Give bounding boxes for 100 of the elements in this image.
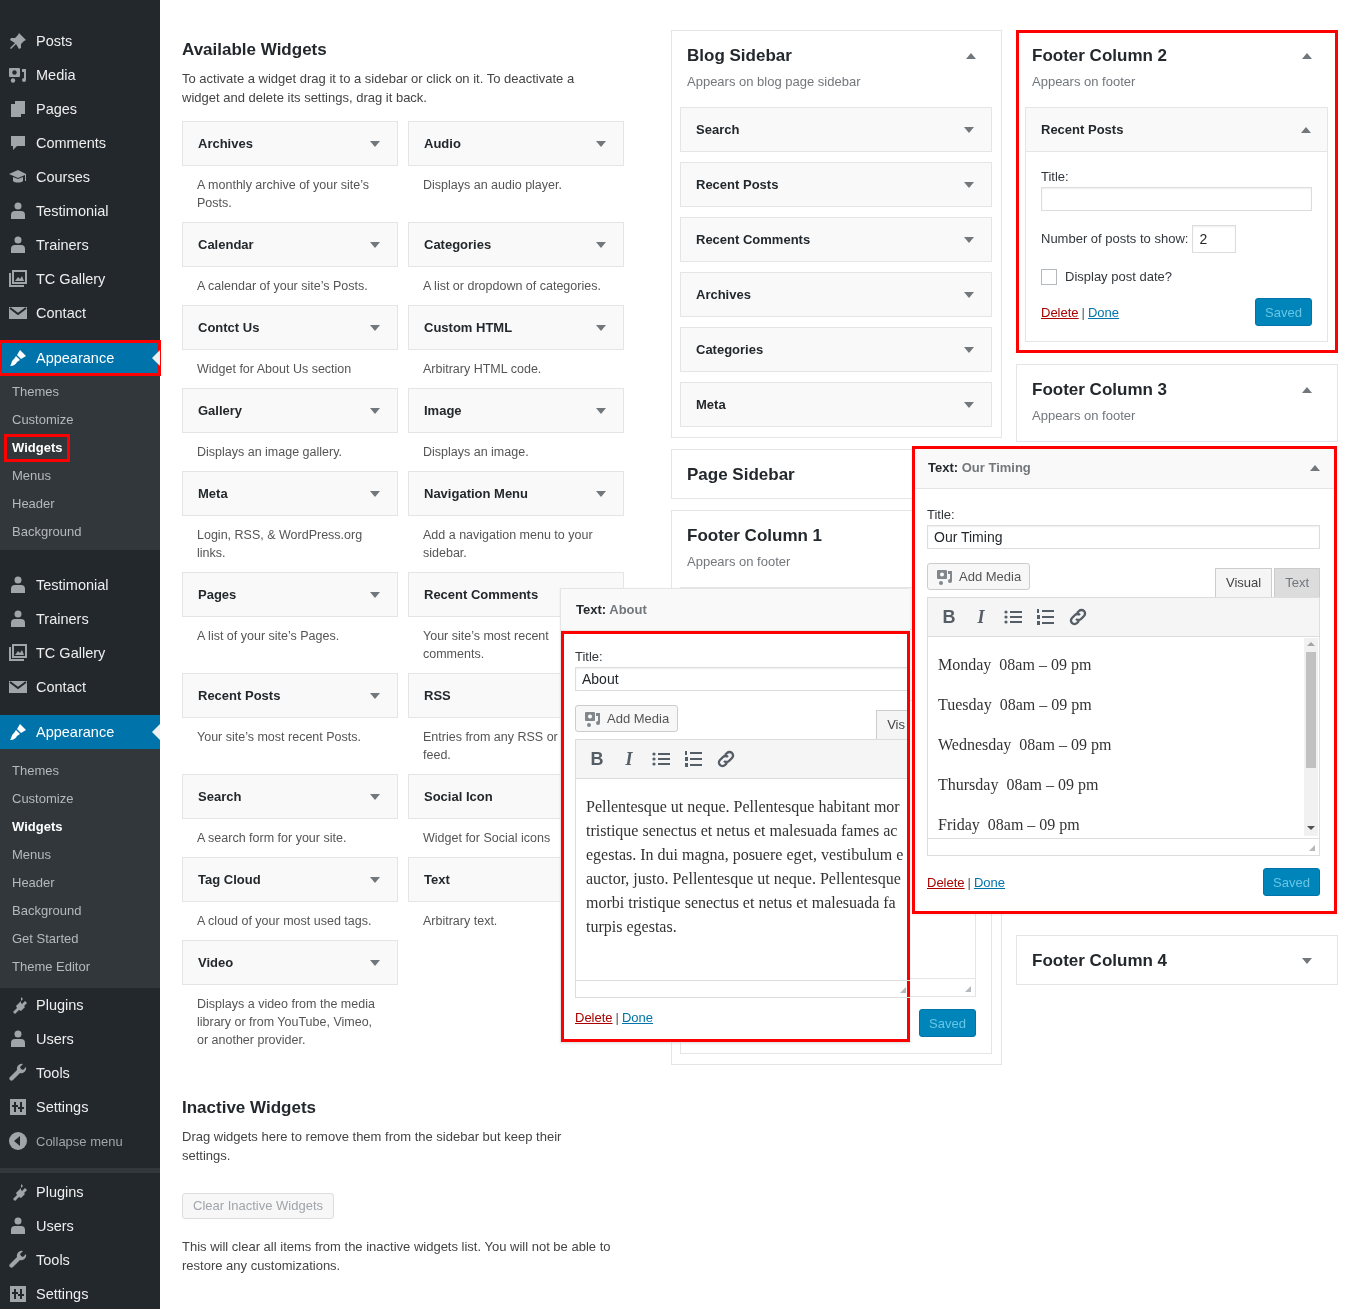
menu-item[interactable]: Trainers xyxy=(0,228,160,262)
menu-item[interactable]: Testimonial xyxy=(0,194,160,228)
menu-item[interactable]: Appearance xyxy=(0,341,160,375)
menu-item[interactable]: Settings xyxy=(0,1090,160,1124)
widget-card[interactable]: Archives xyxy=(182,121,398,166)
submenu-item[interactable]: Header xyxy=(4,490,63,518)
widget-card[interactable]: Meta xyxy=(182,471,398,516)
link-separator: | xyxy=(967,874,971,890)
widget-card[interactable]: Image xyxy=(408,388,624,433)
submenu-item[interactable]: Menus xyxy=(4,462,60,490)
italic-button[interactable]: I xyxy=(972,606,990,628)
menu-item[interactable]: Plugins xyxy=(0,1175,160,1209)
widget-card[interactable]: Audio xyxy=(408,121,624,166)
menu-item[interactable]: Contact xyxy=(0,296,160,330)
person-icon xyxy=(8,1216,28,1236)
title-field[interactable] xyxy=(1041,187,1312,211)
widget-card[interactable]: Gallery xyxy=(182,388,398,433)
widget-card[interactable]: Recent Posts xyxy=(680,162,992,207)
widget-card[interactable]: Archives xyxy=(680,272,992,317)
section-heading: Inactive Widgets xyxy=(182,1097,317,1119)
add-media-button[interactable]: Add Media xyxy=(927,563,1031,590)
widget-header[interactable]: Text: Our Timing xyxy=(913,447,1336,489)
paintbrush-icon xyxy=(8,722,28,742)
delete-link[interactable]: Delete xyxy=(575,1010,613,1025)
widget-card[interactable]: Categories xyxy=(680,327,992,372)
submenu-item[interactable]: Themes xyxy=(4,378,67,406)
menu-item[interactable]: Media xyxy=(0,58,160,92)
widget-card[interactable]: Recent Comments xyxy=(680,217,992,262)
widget-card[interactable]: Recent Posts xyxy=(182,673,398,718)
widget-card[interactable]: Contct Us xyxy=(182,305,398,350)
widget-header[interactable]: Text: About xyxy=(561,589,910,631)
menu-item[interactable]: Plugins xyxy=(0,988,160,1022)
editor-tab[interactable]: Visual xyxy=(1214,568,1273,597)
widget-card[interactable]: Calendar xyxy=(182,222,398,267)
menu-item[interactable]: Pages xyxy=(0,92,160,126)
submenu-item[interactable]: Get Started xyxy=(4,925,87,953)
submenu-item[interactable]: Customize xyxy=(4,785,82,813)
editor-tab[interactable]: Vis xyxy=(876,710,910,739)
number-field[interactable]: 2 xyxy=(1192,225,1237,253)
add-media-button[interactable]: Add Media xyxy=(575,705,679,732)
widget-description: Your site’s most recent comments. xyxy=(423,629,549,661)
caret-down-icon xyxy=(370,591,380,598)
italic-button[interactable]: I xyxy=(620,748,638,770)
caret-down-icon xyxy=(370,490,380,497)
menu-item[interactable]: Posts xyxy=(0,24,160,58)
wrench-icon xyxy=(8,1063,28,1083)
delete-link[interactable]: Delete xyxy=(1041,304,1079,320)
widget-card[interactable]: Search xyxy=(182,774,398,819)
done-link[interactable]: Done xyxy=(973,874,1006,890)
menu-item[interactable]: Tools xyxy=(0,1056,160,1090)
checkbox[interactable] xyxy=(1041,269,1057,285)
menu-item[interactable]: Settings xyxy=(0,1277,160,1309)
submenu-item[interactable]: Background xyxy=(4,897,90,925)
widget-area-panel[interactable]: Footer Column 4 xyxy=(1016,935,1338,985)
title-field[interactable]: Our Timing xyxy=(927,525,1320,549)
menu-item[interactable]: TC Gallery xyxy=(0,636,160,670)
widget-header[interactable]: Recent Posts xyxy=(1026,108,1327,152)
menu-item[interactable]: Trainers xyxy=(0,602,160,636)
done-link[interactable]: Done xyxy=(621,1010,654,1025)
resize-grip-icon xyxy=(1308,844,1316,852)
collapse-menu-button[interactable]: Collapse menu xyxy=(0,1124,160,1158)
caret-down-icon xyxy=(596,324,606,331)
bold-button[interactable]: B xyxy=(588,748,606,770)
menu-item[interactable]: TC Gallery xyxy=(0,262,160,296)
submenu-item[interactable]: Widgets xyxy=(4,813,71,841)
widget-card[interactable]: Custom HTML xyxy=(408,305,624,350)
menu-item[interactable]: Testimonial xyxy=(0,568,160,602)
widget-card[interactable]: Categories xyxy=(408,222,624,267)
widget-area-panel[interactable]: Footer Column 3 Appears on footer xyxy=(1016,364,1338,442)
widget-card[interactable]: Meta xyxy=(680,382,992,427)
menu-item[interactable]: Courses xyxy=(0,160,160,194)
text-editor[interactable]: Monday 08am – 09 pm Tuesday 08am – 09 pm Wednesday 08am – 09 pm Thursday 08am – 09 pm Friday 08am – 09 pm xyxy=(927,637,1320,838)
editor-paragraph: Thursday 08am – 09 pm xyxy=(938,775,1100,796)
bold-button[interactable]: B xyxy=(940,606,958,628)
submenu-item[interactable]: Header xyxy=(4,869,63,897)
menu-item[interactable]: Users xyxy=(0,1209,160,1243)
bulleted-list-icon xyxy=(1004,610,1022,624)
submenu-item[interactable]: Menus xyxy=(4,841,60,869)
submenu-item[interactable]: Background xyxy=(4,518,90,546)
widget-card[interactable]: Search xyxy=(680,107,992,152)
submenu-item[interactable]: Customize xyxy=(4,406,82,434)
widget-card[interactable]: Pages xyxy=(182,572,398,617)
submenu-item[interactable]: Theme Editor xyxy=(4,953,99,981)
title-field[interactable]: About xyxy=(575,667,910,691)
widget-card[interactable]: Navigation Menu xyxy=(408,471,624,516)
menu-item[interactable]: Tools xyxy=(0,1243,160,1277)
submenu-item[interactable]: Themes xyxy=(4,757,67,785)
widget-area-panel[interactable]: Footer Column 2 Appears on footer Recent Posts Title: Number of posts to show: 2 Display post date? Delete | Done Saved xyxy=(1016,30,1338,353)
field-label: Number of posts to show: xyxy=(1041,230,1189,248)
menu-item[interactable]: Comments xyxy=(0,126,160,160)
caret-down-icon xyxy=(370,793,380,800)
widget-card[interactable]: Tag Cloud xyxy=(182,857,398,902)
submenu-item[interactable]: Widgets xyxy=(4,434,71,462)
delete-link[interactable]: Delete xyxy=(927,874,965,890)
menu-item[interactable]: Contact xyxy=(0,670,160,704)
menu-item[interactable]: Users xyxy=(0,1022,160,1056)
widget-area-panel[interactable]: Blog Sidebar Appears on blog page sidebar Search Recent Posts Recent Comments Archives Categories Meta xyxy=(671,30,1002,438)
menu-item[interactable]: Appearance xyxy=(0,715,160,749)
done-link[interactable]: Done xyxy=(1087,304,1120,320)
widget-card[interactable]: Video xyxy=(182,940,398,985)
